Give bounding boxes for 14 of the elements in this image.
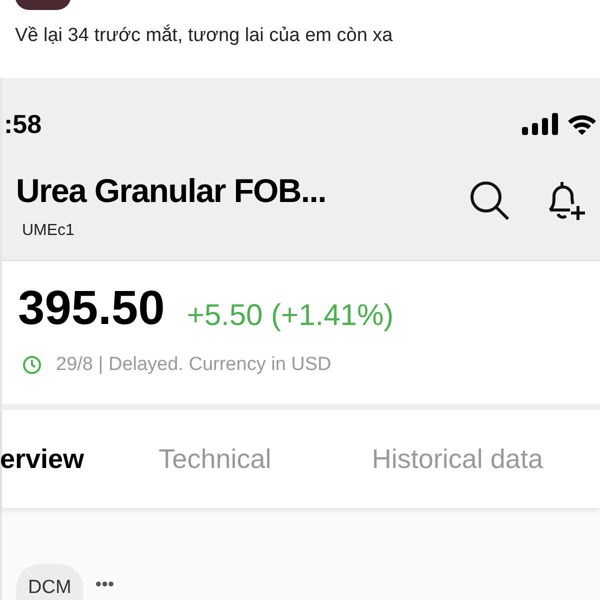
status-time: :58	[4, 108, 42, 140]
search-icon[interactable]	[468, 179, 512, 223]
price-change: +5.50 (+1.41%)	[186, 301, 394, 331]
post-text: Về lại 34 trước mắt, tương lai của em còn xa	[15, 26, 394, 45]
tab[interactable]: erview	[0, 438, 159, 480]
more-button[interactable]: •••	[95, 571, 114, 598]
tag-chip[interactable]: DCM	[16, 564, 84, 600]
signal-icon	[522, 113, 558, 135]
clock-icon	[22, 355, 42, 376]
avatar[interactable]	[15, 0, 71, 10]
quote-info: 29/8 | Delayed. Currency in USD	[56, 353, 332, 377]
instrument-title: Urea Granular FOB...	[16, 174, 326, 207]
instrument-symbol: UMEc1	[22, 221, 76, 241]
price: 395.50	[18, 285, 165, 333]
